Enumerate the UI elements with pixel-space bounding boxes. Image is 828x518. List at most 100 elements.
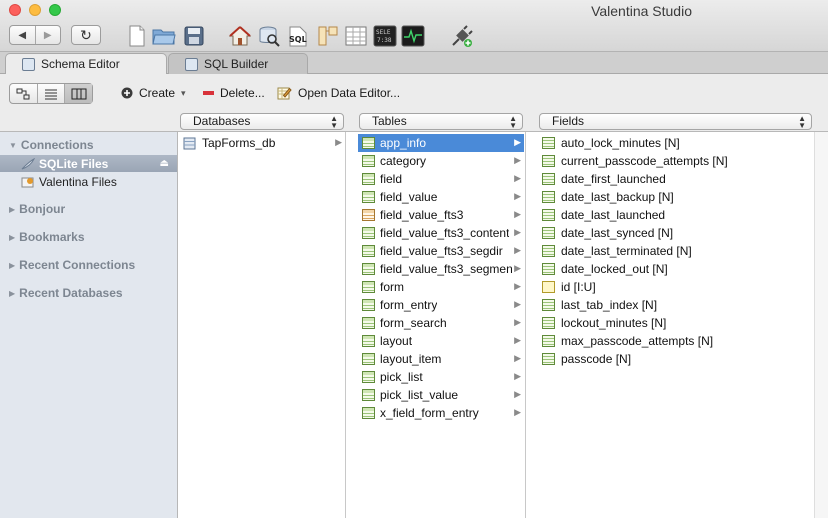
- close-window-button[interactable]: [9, 4, 21, 16]
- new-document-icon[interactable]: [125, 24, 149, 48]
- field-row[interactable]: date_first_launched: [538, 170, 812, 188]
- search-database-icon[interactable]: [257, 24, 281, 48]
- database-row[interactable]: TapForms_db ▶: [179, 134, 345, 152]
- sidebar-group-label: Connections: [20, 138, 94, 152]
- sidebar-group-bonjour[interactable]: ▶ Bonjour: [9, 202, 65, 216]
- list-view-button[interactable]: [36, 84, 65, 103]
- eject-icon[interactable]: ⏏: [160, 158, 169, 169]
- field-name: passcode [N]: [561, 352, 632, 366]
- table-icon: [362, 353, 375, 365]
- field-row[interactable]: lockout_minutes [N]: [538, 314, 812, 332]
- column-view-button[interactable]: [64, 84, 93, 103]
- sql-console-icon[interactable]: SELE 7:38: [373, 24, 397, 48]
- disclosure-collapsed-icon: ▶: [9, 260, 16, 270]
- create-button[interactable]: Create ▾: [121, 86, 186, 100]
- table-row[interactable]: form_entry ▶: [358, 296, 524, 314]
- tab-label: SQL Builder: [204, 57, 269, 71]
- fields-column: auto_lock_minutes [N] current_passcode_at…: [538, 132, 814, 518]
- table-row[interactable]: layout_item ▶: [358, 350, 524, 368]
- diagram-view-button[interactable]: [10, 84, 37, 103]
- table-row[interactable]: pick_list_value ▶: [358, 386, 524, 404]
- create-plus-icon: [121, 87, 133, 99]
- sidebar-group-label: Bonjour: [19, 202, 66, 216]
- field-icon: [542, 191, 555, 203]
- sidebar-item-sqlite-files[interactable]: SQLite Files ⏏: [0, 155, 177, 172]
- table-row[interactable]: field_value_fts3_segdir ▶: [358, 242, 524, 260]
- sidebar-group-bookmarks[interactable]: ▶ Bookmarks: [9, 230, 85, 244]
- table-icon: [362, 227, 375, 239]
- forward-button[interactable]: ▶: [34, 26, 61, 44]
- field-row[interactable]: max_passcode_attempts [N]: [538, 332, 812, 350]
- fields-scrollbar[interactable]: [814, 132, 828, 518]
- zoom-window-button[interactable]: [49, 4, 61, 16]
- field-row[interactable]: passcode [N]: [538, 350, 812, 368]
- field-row[interactable]: date_last_synced [N]: [538, 224, 812, 242]
- databases-popup[interactable]: Databases ▲ ▼: [180, 113, 344, 130]
- back-button[interactable]: ◀: [10, 26, 35, 44]
- table-row[interactable]: form ▶: [358, 278, 524, 296]
- table-name: category: [380, 154, 427, 168]
- table-row[interactable]: field_value_fts3_segments ▶: [358, 260, 524, 278]
- table-row[interactable]: app_info ▶: [358, 134, 524, 152]
- table-row[interactable]: form_search ▶: [358, 314, 524, 332]
- updown-arrows-icon: ▲ ▼: [509, 114, 517, 130]
- field-name: date_first_launched: [561, 172, 666, 186]
- sidebar-group-recent-connections[interactable]: ▶ Recent Connections: [9, 258, 135, 272]
- schema-icon[interactable]: [316, 24, 340, 48]
- table-row[interactable]: field_value_fts3_content ▶: [358, 224, 524, 242]
- field-row[interactable]: date_last_launched: [538, 206, 812, 224]
- connect-plug-icon[interactable]: [450, 24, 474, 48]
- field-row[interactable]: date_last_terminated [N]: [538, 242, 812, 260]
- home-icon[interactable]: [228, 24, 252, 48]
- table-row[interactable]: x_field_form_entry ▶: [358, 404, 524, 422]
- disclosure-arrow-icon: ▶: [514, 371, 521, 381]
- diagram-view-icon: [16, 88, 30, 99]
- chevron-down-icon: ▾: [181, 87, 186, 98]
- tables-popup[interactable]: Tables ▲ ▼: [359, 113, 523, 130]
- save-icon[interactable]: [182, 24, 206, 48]
- disclosure-collapsed-icon: ▶: [9, 288, 16, 298]
- data-editor-icon: [277, 87, 292, 100]
- table-icon: [362, 173, 375, 185]
- open-data-editor-button[interactable]: Open Data Editor...: [277, 86, 400, 100]
- table-icon[interactable]: [344, 24, 368, 48]
- sidebar-group-label: Bookmarks: [19, 230, 85, 244]
- field-row[interactable]: id [I:U]: [538, 278, 812, 296]
- view-mode-segmented-control: [9, 83, 93, 104]
- table-row[interactable]: category ▶: [358, 152, 524, 170]
- table-name: field_value_fts3: [380, 208, 464, 222]
- sidebar-group-connections[interactable]: ▼ Connections: [9, 138, 94, 152]
- table-name: layout_item: [380, 352, 442, 366]
- table-row[interactable]: layout ▶: [358, 332, 524, 350]
- table-row[interactable]: field ▶: [358, 170, 524, 188]
- sources-sidebar: ▼ Connections SQLite Files ⏏ Valentina F…: [0, 132, 178, 518]
- sql-icon[interactable]: SQL: [287, 24, 311, 48]
- tab-sql-builder[interactable]: SQL Builder: [168, 53, 308, 74]
- editor-tab-strip: Schema Editor SQL Builder: [0, 52, 828, 74]
- table-row[interactable]: field_value ▶: [358, 188, 524, 206]
- disclosure-arrow-icon: ▶: [514, 317, 521, 327]
- field-row[interactable]: last_tab_index [N]: [538, 296, 812, 314]
- field-row[interactable]: date_locked_out [N]: [538, 260, 812, 278]
- field-row[interactable]: current_passcode_attempts [N]: [538, 152, 812, 170]
- create-label: Create: [139, 86, 176, 100]
- table-icon: [362, 245, 375, 257]
- table-row[interactable]: field_value_fts3 ▶: [358, 206, 524, 224]
- disclosure-arrow-icon: ▶: [514, 407, 521, 417]
- refresh-button[interactable]: ↻: [71, 25, 101, 45]
- activity-monitor-icon[interactable]: [401, 24, 425, 48]
- table-name: form_search: [380, 316, 447, 330]
- disclosure-arrow-icon: ▶: [514, 245, 521, 255]
- minimize-window-button[interactable]: [29, 4, 41, 16]
- delete-button[interactable]: Delete...: [203, 86, 265, 100]
- sidebar-item-valentina-files[interactable]: Valentina Files: [0, 173, 177, 190]
- table-row[interactable]: pick_list ▶: [358, 368, 524, 386]
- sidebar-group-recent-databases[interactable]: ▶ Recent Databases: [9, 286, 123, 300]
- field-row[interactable]: date_last_backup [N]: [538, 188, 812, 206]
- field-row[interactable]: auto_lock_minutes [N]: [538, 134, 812, 152]
- fields-popup[interactable]: Fields ▲ ▼: [539, 113, 812, 130]
- svg-text:SELE: SELE: [376, 29, 391, 36]
- open-folder-icon[interactable]: [152, 24, 176, 48]
- tab-schema-editor[interactable]: Schema Editor: [5, 53, 167, 74]
- table-name: layout: [380, 334, 413, 348]
